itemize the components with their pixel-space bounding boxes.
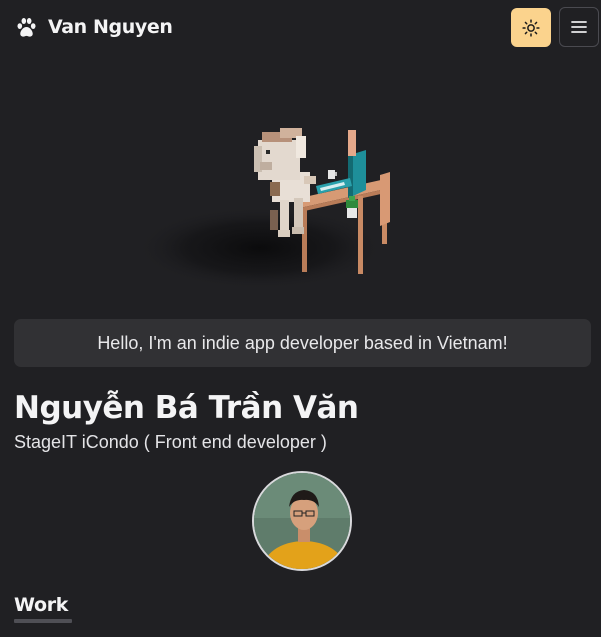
hamburger-menu-icon — [571, 21, 587, 33]
avatar — [252, 471, 352, 571]
navbar: Van Nguyen — [0, 0, 601, 54]
greeting-banner: Hello, I'm an indie app developer based … — [14, 319, 591, 367]
site-logo-link[interactable]: Van Nguyen — [15, 13, 173, 41]
menu-button[interactable] — [559, 7, 599, 47]
paw-icon — [17, 17, 36, 37]
voxel-dog-illustration — [135, 128, 390, 290]
profile-photo — [254, 473, 350, 569]
profile-name: Nguyễn Bá Trần Văn — [14, 390, 359, 426]
profile-role: StageIT iCondo ( Front end developer ) — [14, 432, 327, 452]
section-title-work: Work — [14, 594, 69, 616]
site-title: Van Nguyen — [48, 16, 173, 38]
theme-toggle-button[interactable] — [511, 8, 551, 47]
section-title-underline — [14, 619, 72, 623]
sun-icon — [522, 18, 540, 37]
